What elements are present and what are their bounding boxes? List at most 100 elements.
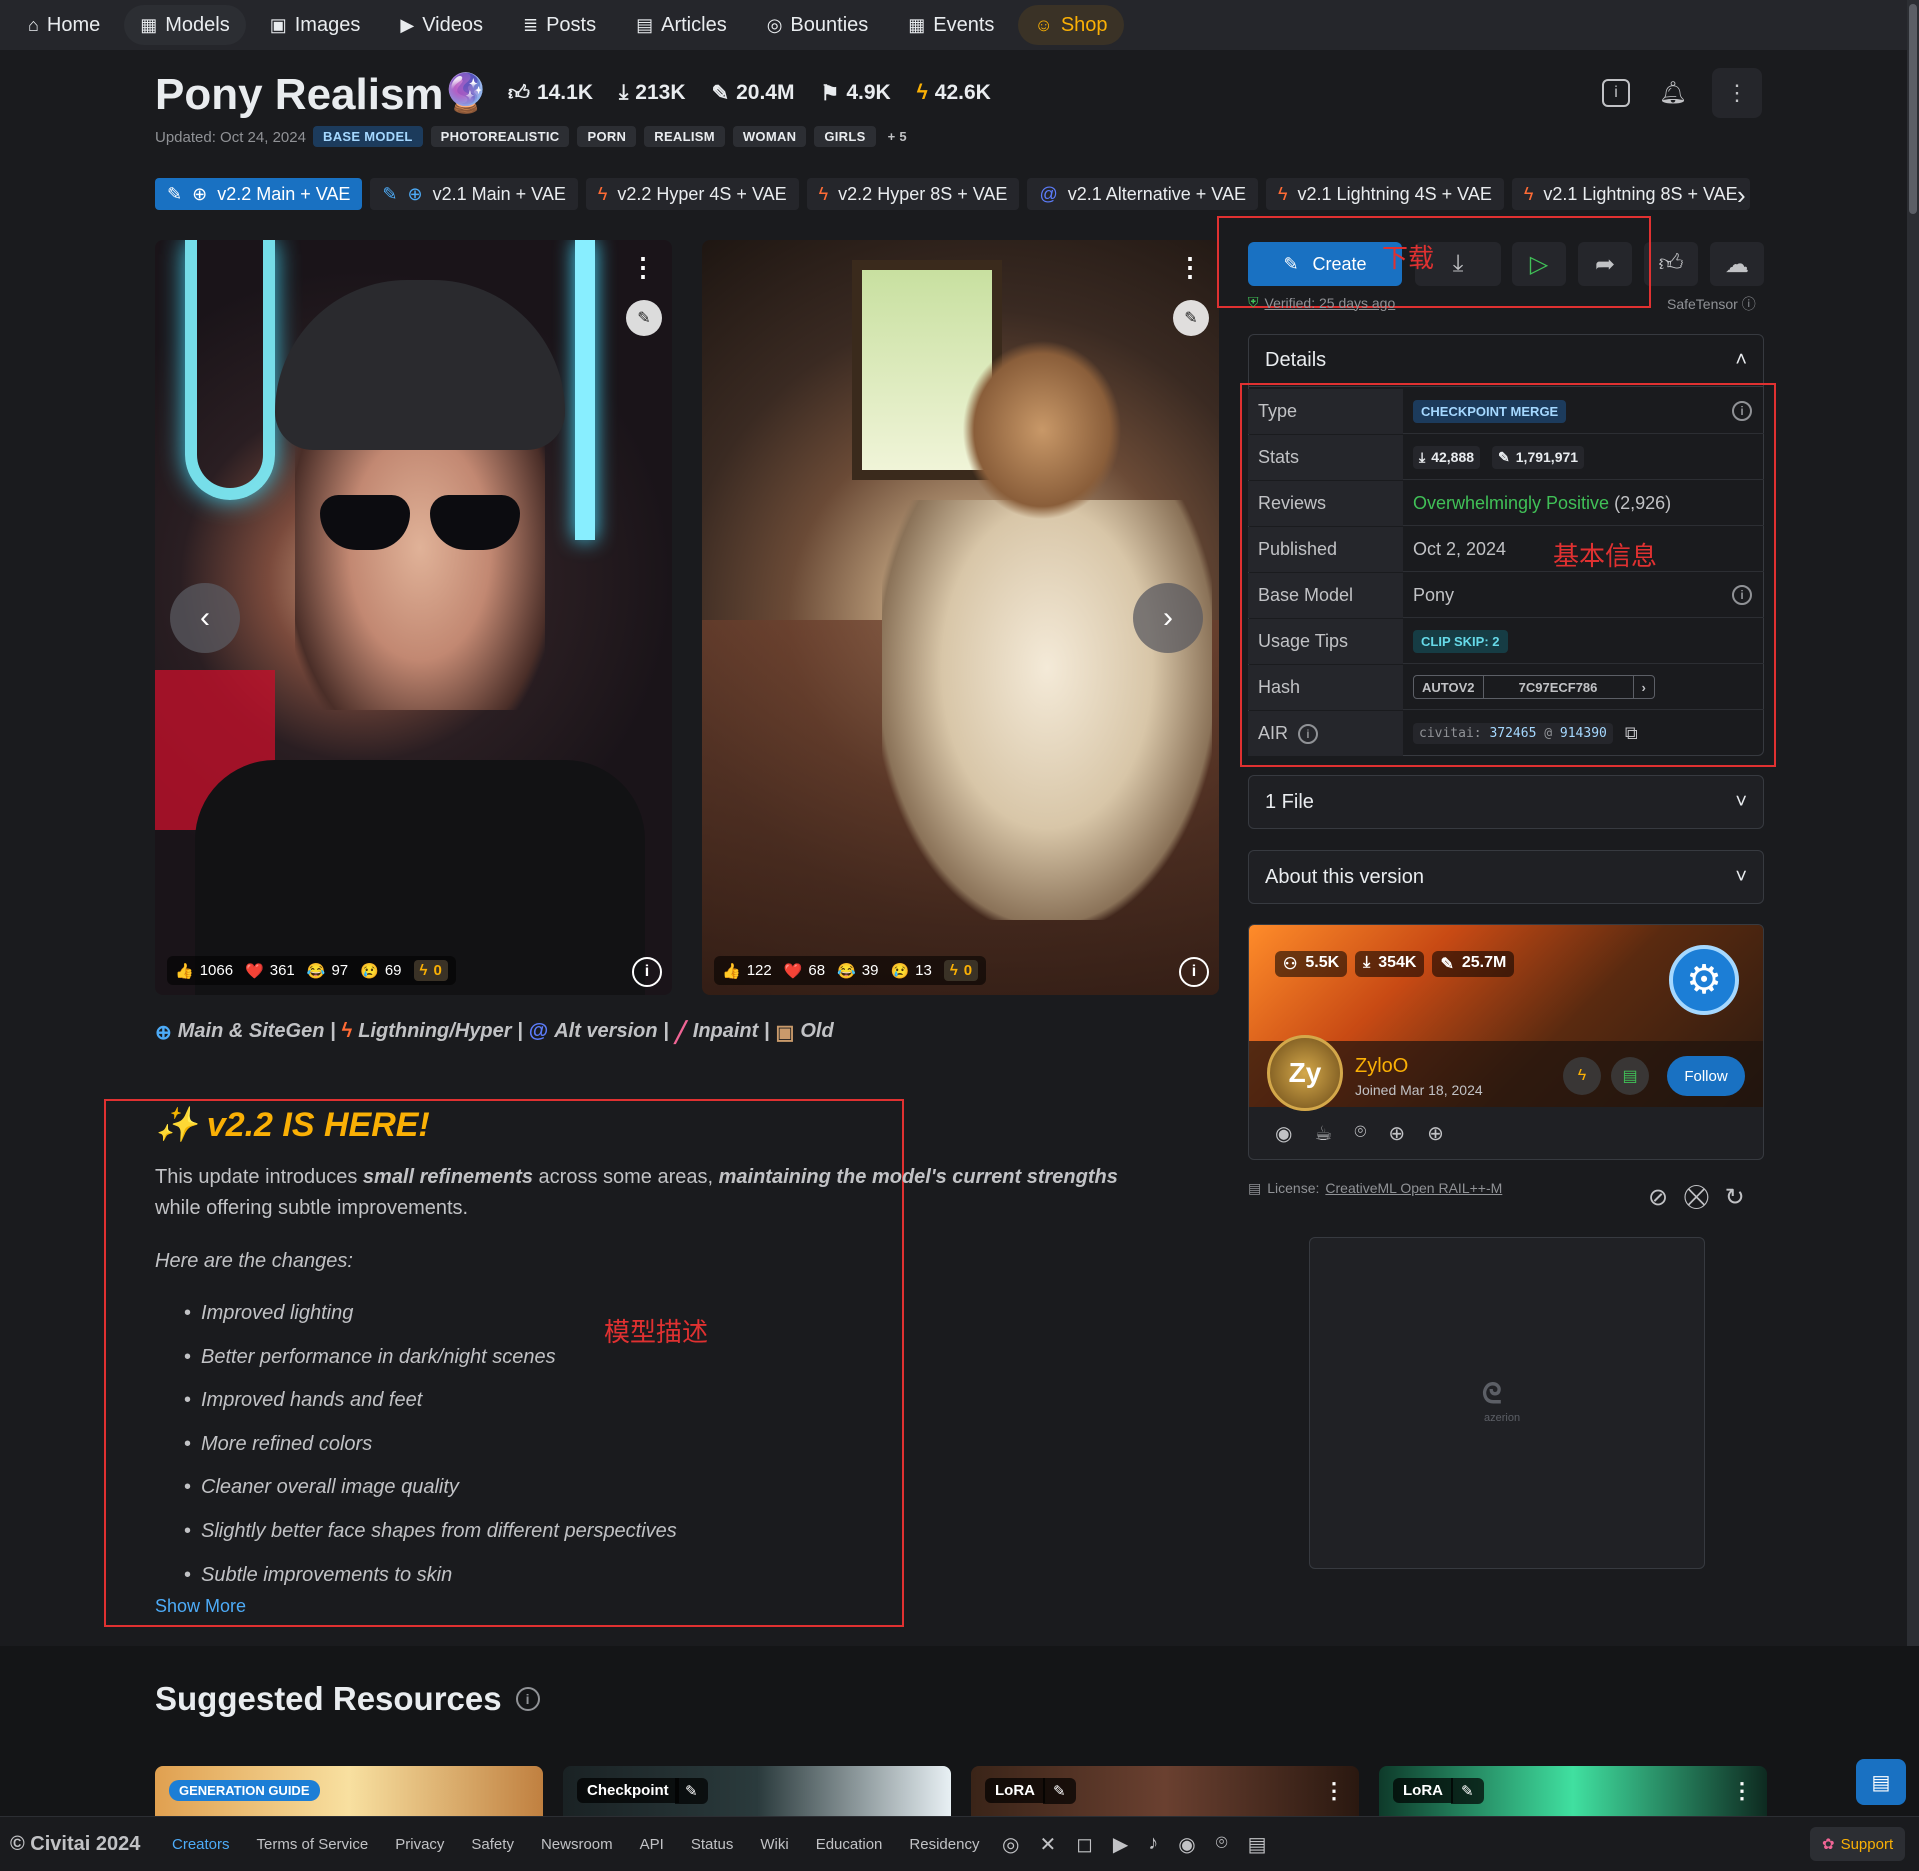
version-tab[interactable]: ✎ ⊕ v2.1 Main + VAE xyxy=(370,178,578,210)
version-tab[interactable]: ϟ v2.2 Hyper 4S + VAE xyxy=(585,178,799,210)
nav-bounties[interactable]: ◎ Bounties xyxy=(751,5,885,45)
more-menu-button[interactable]: ⋮ xyxy=(1712,68,1762,118)
nav-events[interactable]: ▦ Events xyxy=(892,5,1010,45)
license-link[interactable]: CreativeML Open RAIL++-M xyxy=(1325,1180,1502,1197)
dots-vertical-icon[interactable]: ⋮ xyxy=(1323,1778,1345,1804)
cry-reaction[interactable]: 😢 13 xyxy=(890,962,931,980)
nav-images[interactable]: ▣ Images xyxy=(254,5,377,45)
version-tab[interactable]: ϟ v2.2 Hyper 8S + VAE xyxy=(806,178,1020,210)
files-accordion[interactable]: 1 File ˅ xyxy=(1248,775,1764,829)
avatar[interactable]: Zy xyxy=(1267,1035,1343,1111)
footer-link[interactable]: Wiki xyxy=(760,1836,788,1853)
heart-reaction[interactable]: ❤️ 361 xyxy=(245,962,295,980)
footer-link[interactable]: Newsroom xyxy=(541,1836,613,1853)
laugh-reaction[interactable]: 😂 39 xyxy=(837,962,878,980)
github-icon[interactable]: ⌾ xyxy=(1216,1832,1228,1857)
chat-button[interactable]: ▤ xyxy=(1856,1759,1906,1805)
footer-link[interactable]: Terms of Service xyxy=(257,1836,369,1853)
reddit-icon[interactable]: ◉ xyxy=(1275,1121,1292,1146)
heart-reaction[interactable]: ❤️ 68 xyxy=(784,962,825,980)
scrollbar-thumb[interactable] xyxy=(1909,4,1917,214)
carousel-next-button[interactable]: › xyxy=(1133,583,1203,653)
laugh-reaction[interactable]: 😂 97 xyxy=(307,962,348,980)
tag[interactable]: GIRLS xyxy=(814,126,876,147)
kofi-icon[interactable]: ☕︎ xyxy=(1314,1121,1332,1146)
remix-brush-icon[interactable]: ✎ xyxy=(626,300,662,336)
page-scrollbar[interactable] xyxy=(1907,0,1919,1871)
ad-slot[interactable]: ᘓ azerion xyxy=(1309,1237,1705,1569)
bolt-icon: ϟ xyxy=(818,183,829,204)
show-more-link[interactable]: Show More xyxy=(155,1596,246,1617)
suggested-card[interactable]: LoRA ✎ ⋮ xyxy=(971,1766,1359,1816)
no-sell-icon[interactable]: ⛒ xyxy=(1684,1183,1708,1212)
buzz-tip[interactable]: ϟ0 xyxy=(413,960,448,981)
nav-articles[interactable]: ▤ Articles xyxy=(620,5,743,45)
globe-icon[interactable]: ⊕ xyxy=(1388,1121,1405,1146)
github-icon[interactable]: ⌾ xyxy=(1354,1121,1366,1146)
nav-shop[interactable]: ☺ Shop xyxy=(1018,5,1124,45)
buzz-count: 42.6K xyxy=(934,81,991,104)
like-reaction[interactable]: 👍 1066 xyxy=(175,962,233,980)
version-tab[interactable]: @ v2.1 Alternative + VAE xyxy=(1027,178,1258,210)
support-button[interactable]: ✿ Support xyxy=(1810,1827,1906,1861)
info-icon[interactable]: i xyxy=(1179,957,1209,987)
footer-link[interactable]: Education xyxy=(816,1836,883,1853)
version-tab[interactable]: ϟ v2.1 Lightning 8S + VAE xyxy=(1511,178,1750,210)
follow-button[interactable]: Follow xyxy=(1667,1056,1745,1096)
like-reaction[interactable]: 👍 122 xyxy=(722,962,772,980)
nav-videos[interactable]: ▶ Videos xyxy=(384,5,499,45)
cry-reaction[interactable]: 😢 69 xyxy=(360,962,401,980)
creator-stats: ⚇ 5.5K ⤓ 354K ✎ 25.7M xyxy=(1275,951,1515,977)
dots-vertical-icon[interactable]: ⋮ xyxy=(1731,1778,1753,1804)
tag[interactable]: REALISM xyxy=(644,126,725,147)
discord-icon[interactable]: ◎ xyxy=(1002,1832,1019,1857)
footer-link[interactable]: Status xyxy=(691,1836,734,1853)
cloud-save-button[interactable]: ☁ xyxy=(1710,242,1764,286)
suggested-card[interactable]: LoRA ✎ ⋮ xyxy=(1379,1766,1767,1816)
footer-link[interactable]: Privacy xyxy=(395,1836,444,1853)
suggested-card[interactable]: GENERATION GUIDE xyxy=(155,1766,543,1816)
globe-icon[interactable]: ⊕ xyxy=(1427,1121,1444,1146)
tag[interactable]: PORN xyxy=(577,126,637,147)
creator-name[interactable]: ZyloO xyxy=(1355,1055,1408,1078)
notify-button[interactable]: 🔔︎ xyxy=(1648,68,1698,118)
dots-vertical-icon[interactable]: ⋮ xyxy=(630,252,656,283)
calendar-icon: ▦ xyxy=(908,14,926,35)
dots-vertical-icon[interactable]: ⋮ xyxy=(1177,252,1203,283)
nav-home[interactable]: ⌂ Home xyxy=(12,5,116,45)
tags-more[interactable]: + 5 xyxy=(884,126,911,147)
footer-link[interactable]: Safety xyxy=(471,1836,514,1853)
info-button[interactable]: i xyxy=(1591,68,1641,118)
youtube-icon[interactable]: ▶ xyxy=(1113,1832,1128,1857)
no-remix-icon[interactable]: ↻ xyxy=(1725,1183,1745,1212)
tiktok-icon[interactable]: ♪ xyxy=(1148,1832,1158,1857)
info-icon[interactable]: i xyxy=(515,1687,540,1711)
about-accordion[interactable]: About this version ˅ xyxy=(1248,850,1764,904)
x-icon[interactable]: ✕ xyxy=(1039,1832,1056,1857)
suggested-card[interactable]: Checkpoint ✎ xyxy=(563,1766,951,1816)
reddit-icon[interactable]: ◉ xyxy=(1178,1832,1195,1857)
info-icon[interactable]: i xyxy=(632,957,662,987)
like-button[interactable]: 👍︎ xyxy=(1644,242,1698,286)
version-tab[interactable]: ✎ ⊕ v2.2 Main + VAE xyxy=(155,178,363,210)
no-online-icon[interactable]: ⊘ xyxy=(1648,1183,1668,1212)
tip-buzz-button[interactable]: ϟ xyxy=(1563,1057,1601,1095)
nav-posts[interactable]: ≣ Posts xyxy=(507,5,612,45)
buzz-tip[interactable]: ϟ0 xyxy=(943,960,979,981)
nav-models[interactable]: ▦ Models xyxy=(124,5,246,45)
tag[interactable]: PHOTOREALISTIC xyxy=(430,126,570,147)
tag[interactable]: WOMAN xyxy=(732,126,807,147)
tag-base-model[interactable]: BASE MODEL xyxy=(313,126,423,147)
remix-brush-icon[interactable]: ✎ xyxy=(1173,300,1209,336)
brush-icon: ✎ xyxy=(711,81,730,105)
version-tab[interactable]: ϟ v2.1 Lightning 4S + VAE xyxy=(1266,178,1504,210)
chevron-right-icon[interactable]: › xyxy=(1737,180,1746,211)
footer-link[interactable]: Residency xyxy=(909,1836,979,1853)
instagram-icon[interactable]: ◻ xyxy=(1076,1832,1093,1857)
footer-link[interactable]: API xyxy=(640,1836,664,1853)
details-header[interactable]: Details ˄ xyxy=(1249,335,1763,387)
message-button[interactable]: ▤ xyxy=(1611,1057,1649,1095)
footer-link[interactable]: Creators xyxy=(172,1836,230,1853)
carousel-prev-button[interactable]: ‹ xyxy=(170,583,240,653)
chat-icon[interactable]: ▤ xyxy=(1248,1832,1267,1857)
